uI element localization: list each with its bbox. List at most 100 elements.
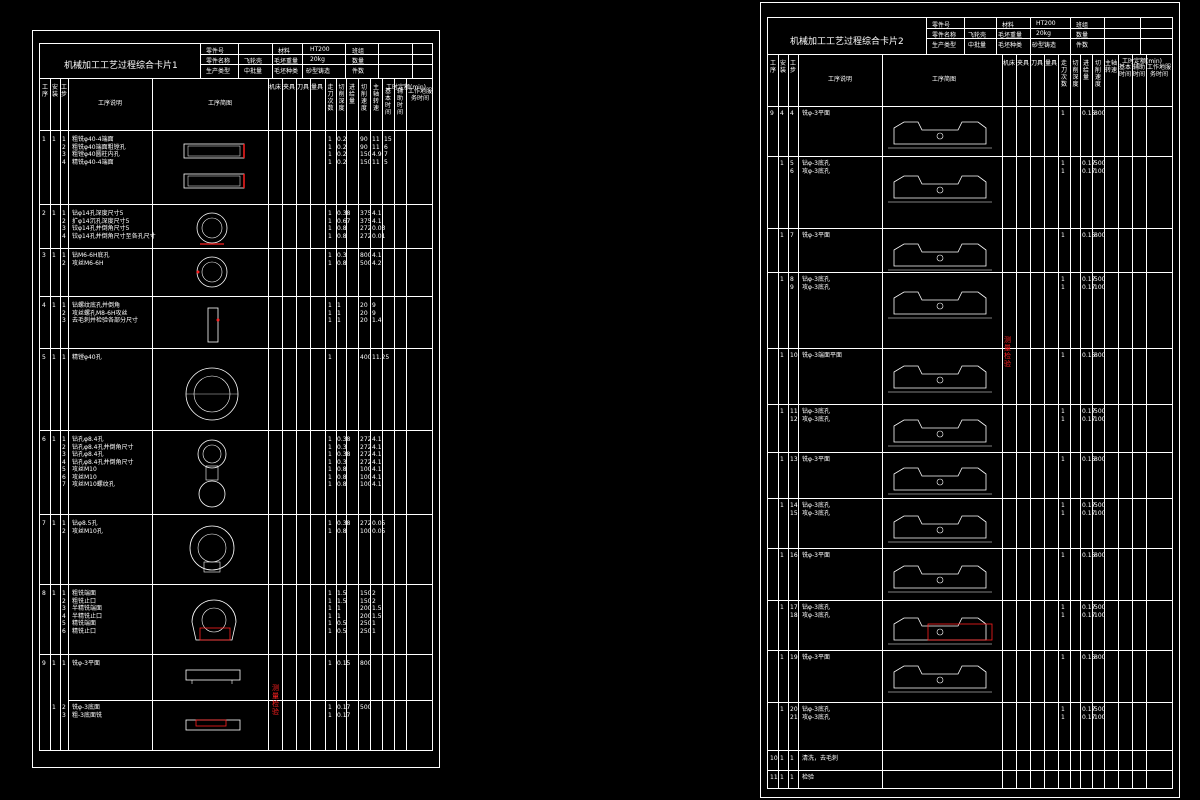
operation-number: 10 (770, 755, 778, 762)
install-number: 1 (780, 774, 784, 781)
speed-value: 150 (360, 151, 372, 158)
rpm-value: 4.1 (372, 458, 382, 466)
rpm-value: 4.1 (372, 451, 382, 458)
rpm-value: 1.5 (372, 612, 382, 620)
sketch-op9b (185, 719, 241, 731)
speed-value: 272 (360, 443, 372, 451)
operation-number: 4 (42, 302, 46, 309)
sheet-2-frame: 机械加工工艺过程综合卡片2 零件号 零件名称 生产类型 飞轮壳 中批量 材料 毛… (767, 17, 1173, 789)
speed-value: 500 (1094, 502, 1106, 509)
passes-value: 1 (328, 704, 332, 711)
passes-value: 1 (1061, 706, 1065, 713)
blank-type-value: 砂型铸造 (306, 68, 331, 75)
base-time-value: 15 (384, 136, 392, 143)
step-number: 16 (790, 552, 798, 559)
step-number: 21 (790, 713, 798, 721)
col-feed: 进给量 (348, 84, 355, 105)
material-value-2: HT200 (1036, 20, 1056, 27)
step-number: 14 (790, 502, 798, 509)
step-number: 3 (62, 225, 66, 232)
step-description: 攻丝M10孔 (72, 527, 103, 535)
sheet-1-frame: 机械加工工艺过程综合卡片1 零件号 零件名称 生产类型 飞轮壳 中批量 材料 毛… (39, 43, 433, 751)
col-sketch: 工序简图 (207, 100, 232, 107)
operation-number: 5 (42, 354, 46, 361)
rpm-value: 11 (372, 158, 380, 166)
process-sketch (888, 467, 992, 495)
speed-value: 90 (360, 136, 368, 143)
passes-value: 1 (328, 252, 332, 259)
sketch-op8 (191, 599, 237, 641)
step-number: 4 (62, 458, 66, 466)
sketch-op4 (207, 307, 220, 343)
passes-value: 1 (1061, 509, 1065, 517)
step-number: 19 (790, 654, 798, 661)
passes-value: 1 (328, 481, 332, 488)
passes-value: 1 (328, 436, 332, 443)
rpm-value: 4.1 (372, 443, 382, 451)
step-description: 攻φ-3底孔 (802, 713, 830, 721)
rpm-value: 4.1 (372, 436, 382, 443)
step-description: 钻孔φ8.4孔并倒角尺寸 (72, 458, 134, 466)
speed-value: 150 (360, 597, 372, 605)
rpm-value: 0.05 (372, 527, 386, 535)
blank-weight-value: 20kg (310, 56, 325, 63)
speed-value: 100 (1094, 283, 1106, 291)
operation-number: 11 (770, 774, 778, 781)
depth-value: 0.2 (337, 158, 347, 166)
step-description: 钻φ14孔深度尺寸5 (72, 210, 124, 217)
speed-value: 100 (360, 466, 372, 473)
passes-value: 1 (1061, 456, 1065, 463)
speed-value: 500 (1094, 408, 1106, 415)
speed-value: 272 (360, 451, 372, 458)
passes-value: 1 (1061, 552, 1065, 559)
install-number: 1 (52, 210, 56, 217)
step-description: 钻φ-3底孔 (802, 276, 830, 283)
col-base-time: 基本时间 (384, 88, 391, 116)
step-description: 半精铣止口 (72, 612, 103, 620)
pieces-label-2: 件数 (1076, 42, 1089, 49)
speed-value: 250 (360, 627, 372, 635)
rpm-value: 0.05 (372, 520, 386, 527)
step-description: 攻丝M10 (72, 473, 97, 481)
install-number: 1 (780, 755, 784, 762)
step-number: 3 (62, 317, 66, 324)
team-label: 班组 (352, 48, 365, 55)
step-number: 17 (790, 604, 798, 611)
step-description: 精镗φ40孔 (72, 354, 102, 361)
speed-value: 250 (360, 620, 372, 627)
blank-type-label-2: 毛坯种类 (998, 42, 1023, 49)
speed-value: 500 (1094, 276, 1106, 283)
install-number: 1 (52, 704, 56, 711)
install-number: 1 (780, 352, 784, 359)
depth-value: 0.3 (337, 252, 347, 259)
rpm-value: 4.9 (372, 151, 382, 158)
sketch-op3 (196, 256, 228, 288)
depth-value: 1 (337, 302, 341, 309)
passes-value: 1 (328, 210, 332, 217)
blank-weight-label-2: 毛坯重量 (998, 32, 1023, 39)
col-speed: 切削速度 (360, 84, 367, 112)
rpm-value: 4.2 (372, 259, 382, 267)
depth-value: 0.8 (337, 527, 347, 535)
passes-value: 1 (328, 354, 332, 361)
passes-value: 1 (328, 217, 332, 225)
step-description: 铣φ-3端面平面 (802, 352, 842, 359)
col-fixture-2: 夹具 (1017, 60, 1030, 67)
install-number: 1 (780, 408, 784, 415)
sketch-op1 (183, 143, 245, 189)
operation-number: 2 (42, 210, 46, 217)
material-label-2: 材料 (1002, 22, 1015, 29)
step-number: 12 (790, 415, 798, 423)
step-description: 钻φ8.5孔 (72, 520, 98, 527)
part-name-value: 飞轮壳 (244, 58, 263, 65)
step-description: 攻φ-3底孔 (802, 167, 830, 175)
production-type-label: 生产类型 (206, 68, 231, 75)
step-description: 粗铣φ40-4端面 (72, 136, 114, 143)
rpm-value: 2 (372, 597, 376, 605)
step-description: 铣φ-3平面 (802, 654, 830, 661)
passes-value: 1 (328, 458, 332, 466)
col-depth: 切削深度 (338, 84, 345, 112)
blank-weight-label: 毛坯重量 (274, 58, 299, 65)
production-type-value: 中批量 (244, 68, 263, 75)
passes-value: 1 (328, 527, 332, 535)
